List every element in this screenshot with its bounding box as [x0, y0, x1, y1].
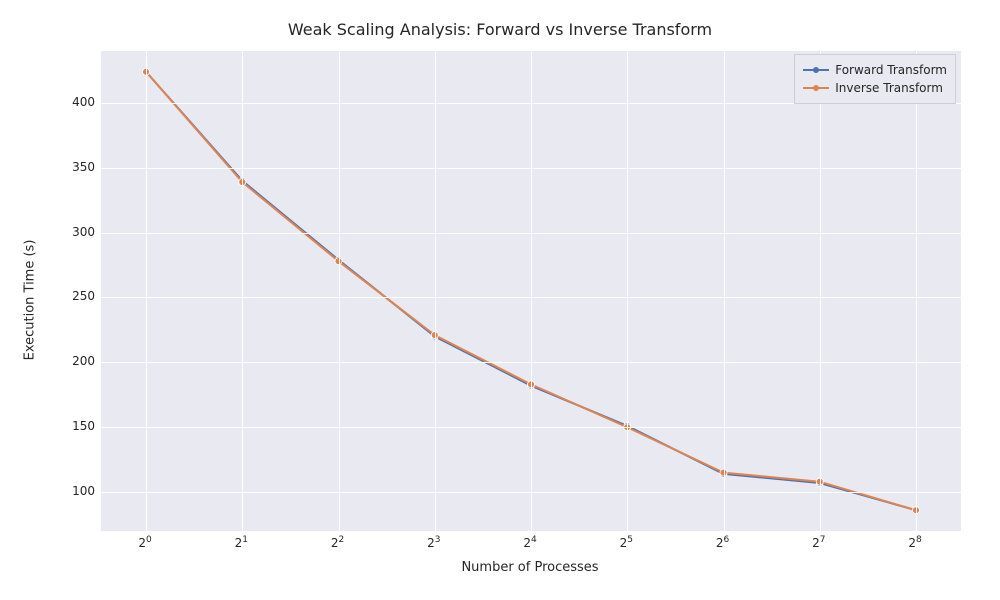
x-tick-label: 24: [523, 535, 536, 550]
y-tick-label: 350: [35, 160, 95, 174]
gridline-vertical: [627, 51, 628, 531]
x-tick-label: 22: [331, 535, 344, 550]
x-tick-label: 23: [427, 535, 440, 550]
gridline-vertical: [724, 51, 725, 531]
gridline-vertical: [146, 51, 147, 531]
figure: Weak Scaling Analysis: Forward vs Invers…: [0, 0, 1000, 600]
gridline-vertical: [339, 51, 340, 531]
x-tick-label: 25: [620, 535, 633, 550]
x-tick-label: 27: [812, 535, 825, 550]
y-tick-label: 250: [35, 289, 95, 303]
y-tick-label: 200: [35, 354, 95, 368]
y-tick-label: 300: [35, 225, 95, 239]
x-tick-label: 21: [235, 535, 248, 550]
plot-area: [100, 50, 962, 532]
gridline-vertical: [242, 51, 243, 531]
legend-item-inverse: Inverse Transform: [803, 79, 947, 97]
gridline-vertical: [820, 51, 821, 531]
gridline-vertical: [916, 51, 917, 531]
y-tick-label: 100: [35, 484, 95, 498]
legend-label: Forward Transform: [835, 63, 947, 77]
legend-label: Inverse Transform: [835, 81, 943, 95]
legend-item-forward: Forward Transform: [803, 61, 947, 79]
x-tick-label: 28: [908, 535, 921, 550]
chart-title: Weak Scaling Analysis: Forward vs Invers…: [0, 20, 1000, 39]
x-tick-label: 20: [138, 535, 151, 550]
legend: Forward Transform Inverse Transform: [794, 54, 956, 104]
x-axis-label: Number of Processes: [100, 560, 960, 575]
gridline-vertical: [435, 51, 436, 531]
legend-swatch-icon: [803, 69, 829, 71]
x-tick-label: 26: [716, 535, 729, 550]
y-tick-label: 150: [35, 419, 95, 433]
gridline-vertical: [531, 51, 532, 531]
y-tick-label: 400: [35, 95, 95, 109]
legend-swatch-icon: [803, 87, 829, 89]
